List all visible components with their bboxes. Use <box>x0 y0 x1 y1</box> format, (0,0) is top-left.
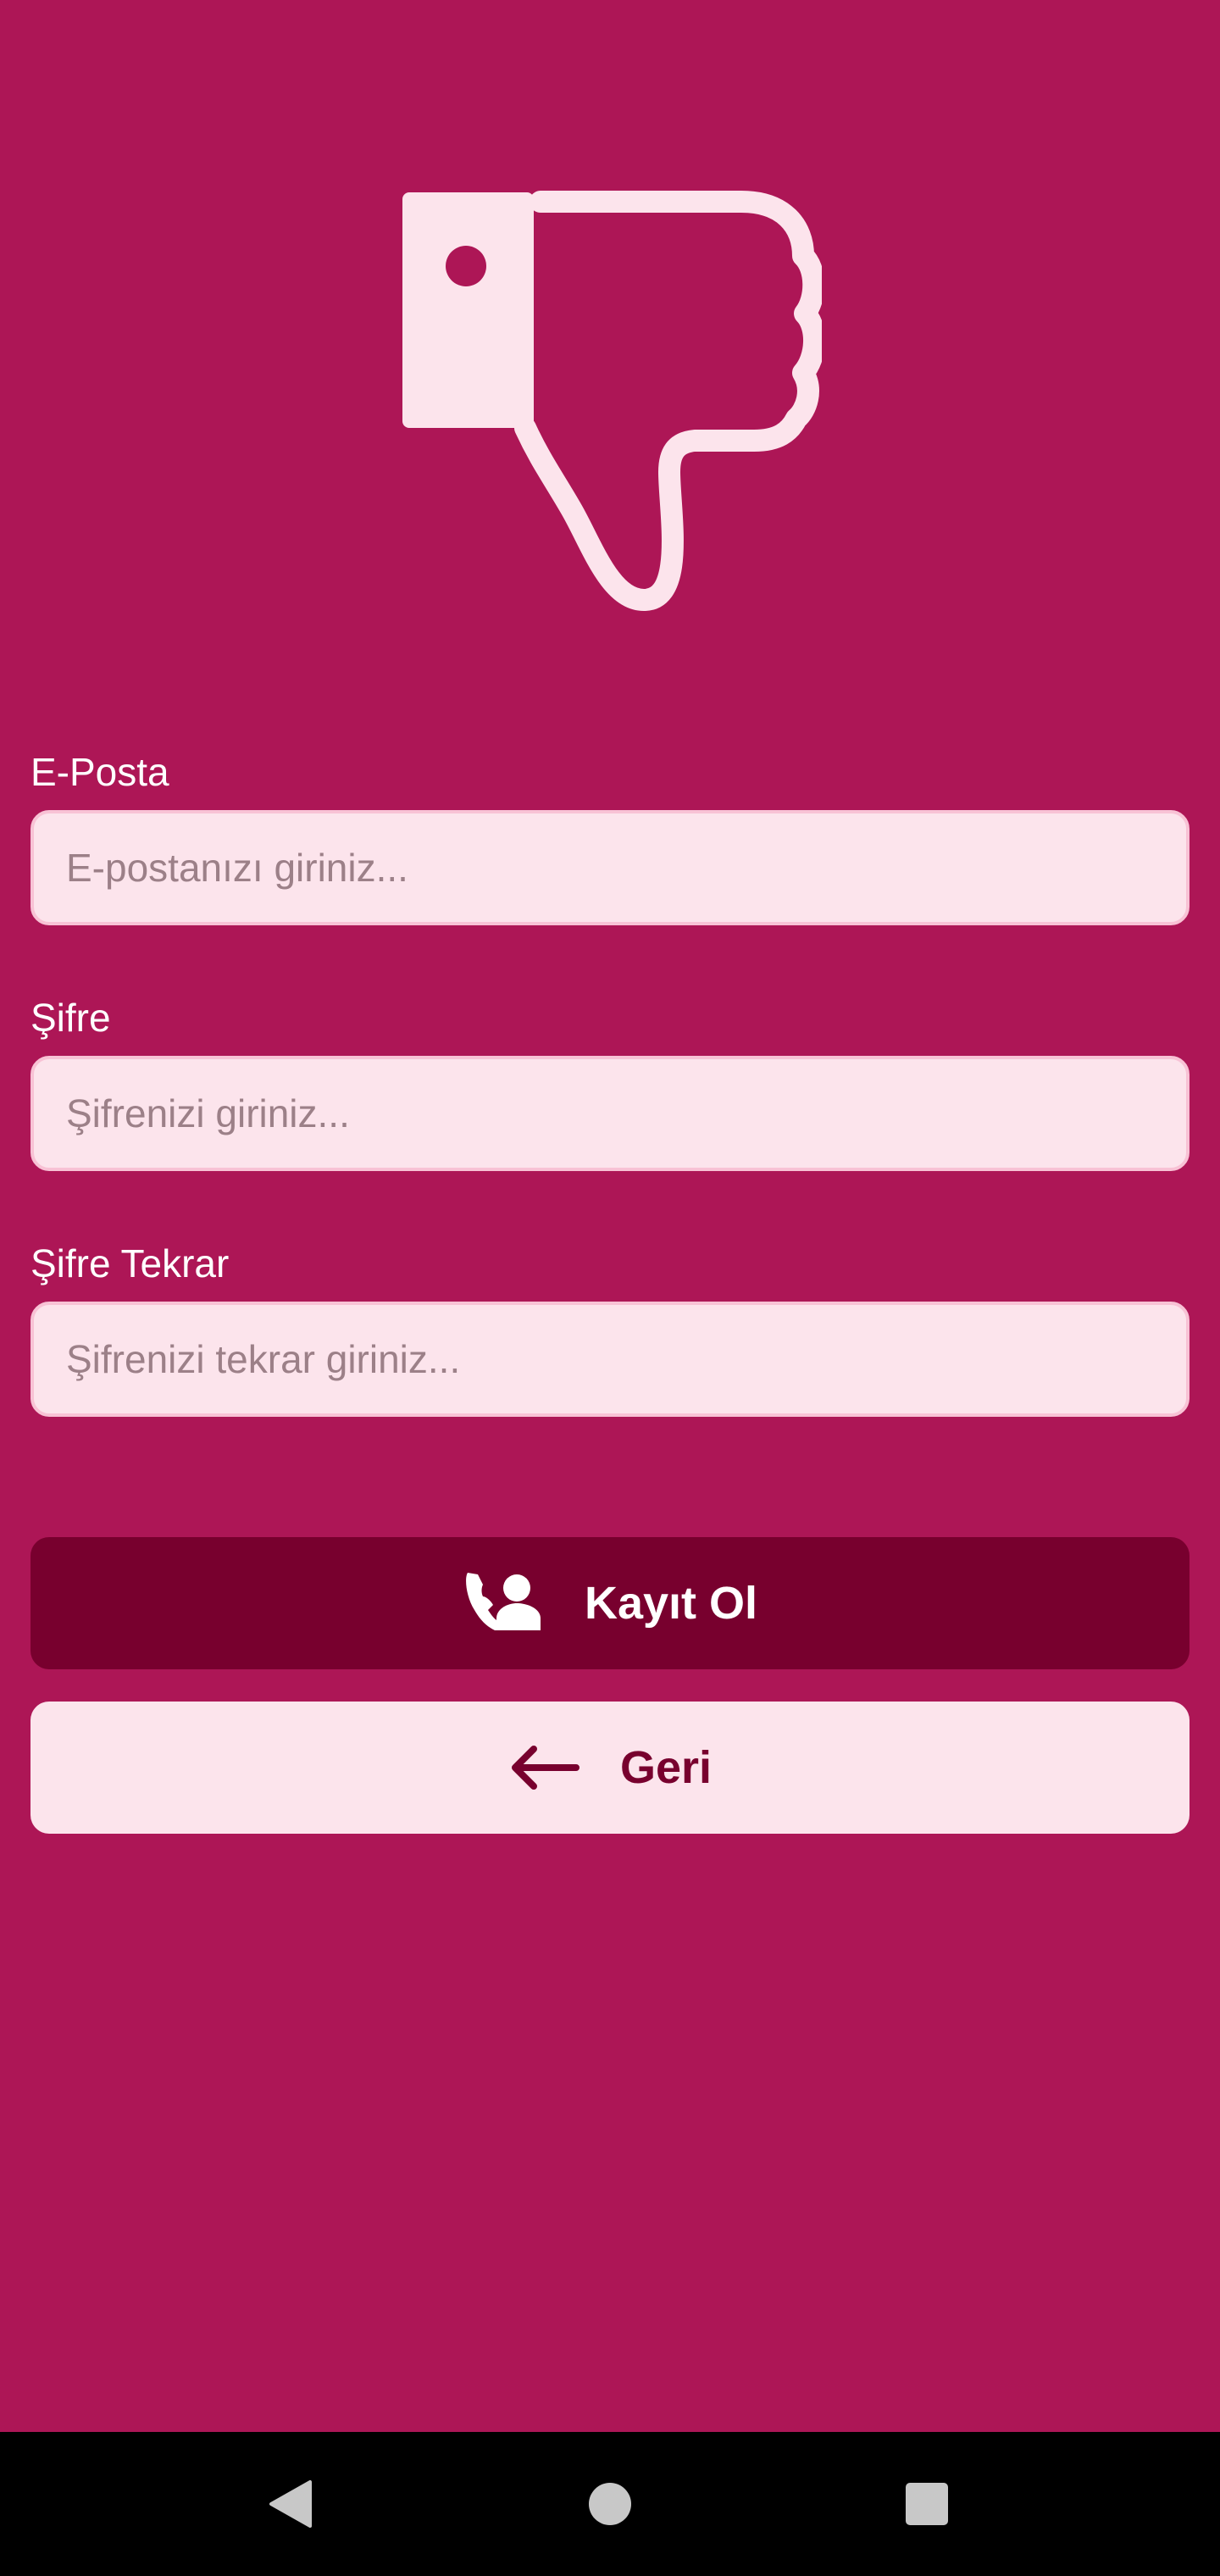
arrow-left-icon <box>508 1744 580 1791</box>
password-label: Şifre <box>30 996 111 1040</box>
register-button-label: Kayıt Ol <box>584 1578 758 1629</box>
person-add-icon <box>463 1571 544 1635</box>
thumbs-down-icon <box>398 188 825 612</box>
password-repeat-label: Şifre Tekrar <box>30 1241 230 1285</box>
password-field[interactable] <box>30 1056 1190 1171</box>
nav-back-icon[interactable] <box>266 2479 313 2529</box>
email-label: E-Posta <box>30 750 169 794</box>
system-navigation-bar <box>0 2432 1220 2576</box>
back-button[interactable]: Geri <box>30 1702 1190 1834</box>
nav-recents-icon[interactable] <box>905 2482 949 2526</box>
email-field[interactable] <box>30 810 1190 925</box>
back-button-label: Geri <box>619 1742 713 1793</box>
register-button[interactable]: Kayıt Ol <box>30 1537 1190 1669</box>
password-repeat-field[interactable] <box>30 1302 1190 1417</box>
nav-home-icon[interactable] <box>588 2482 632 2526</box>
